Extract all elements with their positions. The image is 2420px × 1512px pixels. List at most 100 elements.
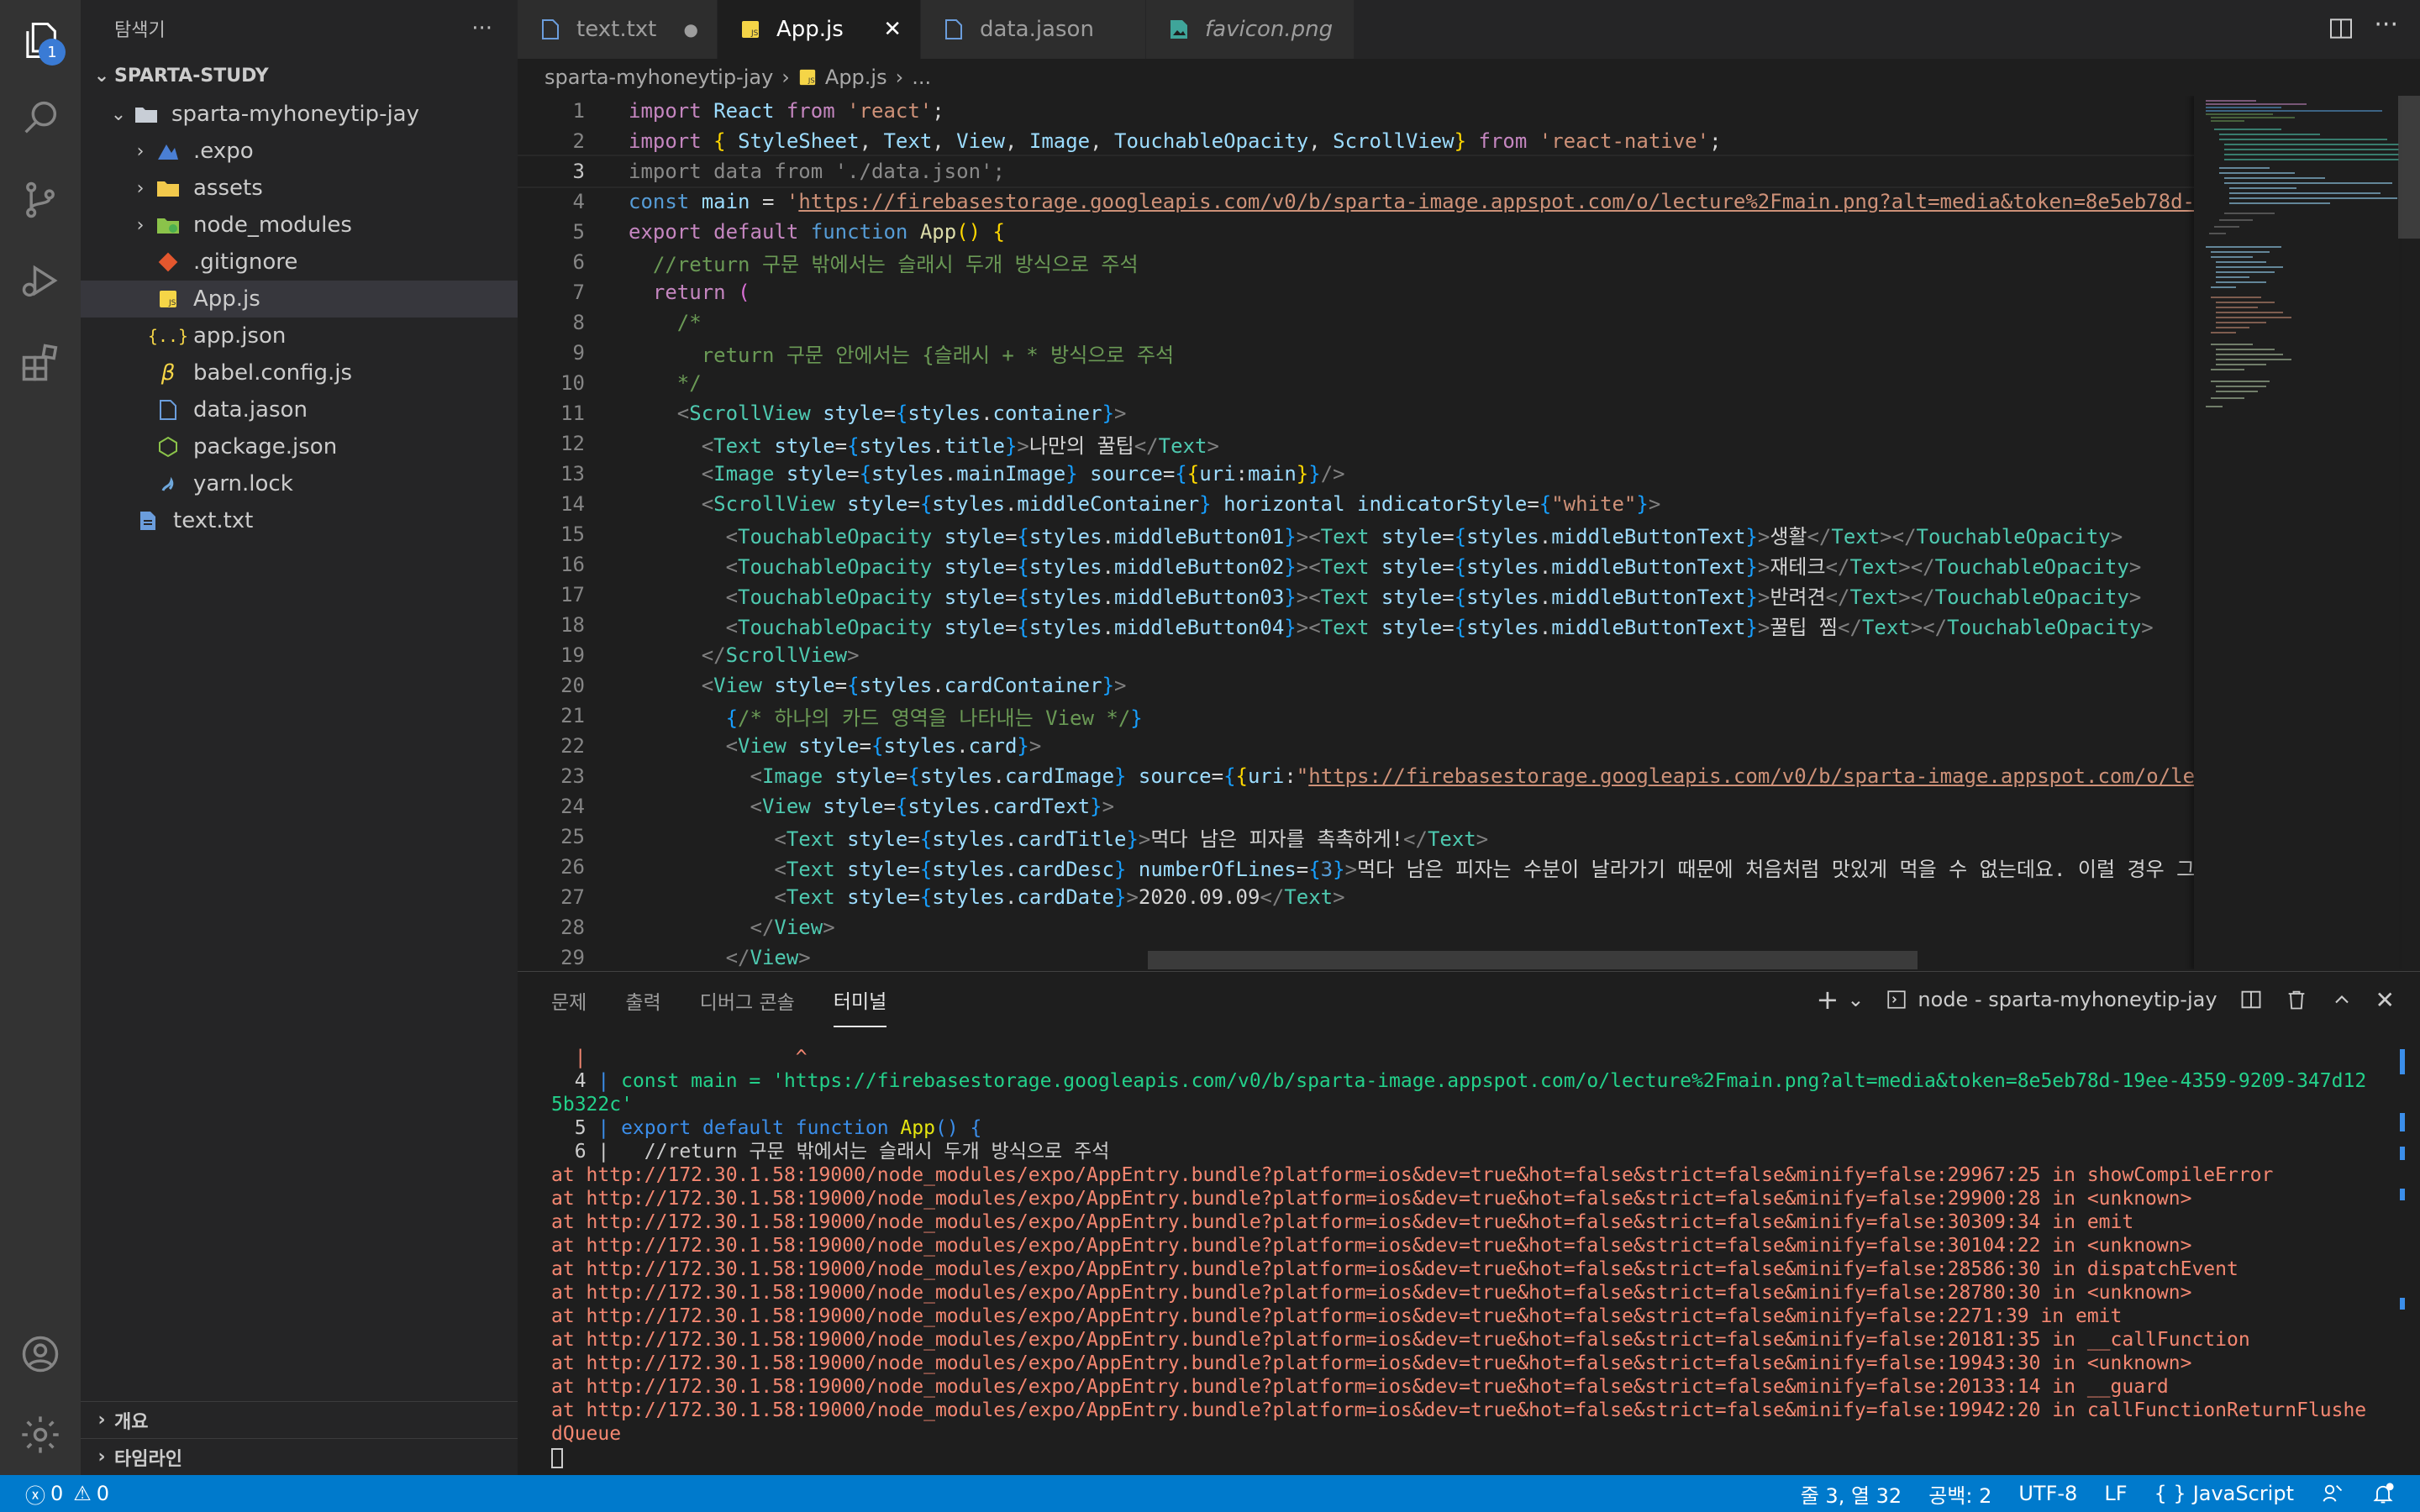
tab-problems[interactable]: 문제 xyxy=(551,974,587,1026)
line-number: 15 xyxy=(560,522,585,546)
stack-line: at http://172.30.1.58:19000/node_modules… xyxy=(551,1376,2169,1398)
tree-file-data-jason[interactable]: data.jason xyxy=(81,391,518,428)
tree-file-babel-config[interactable]: β babel.config.js xyxy=(81,354,518,391)
encoding[interactable]: UTF-8 xyxy=(2018,1482,2077,1505)
tree-folder-node-modules[interactable]: › node_modules xyxy=(81,207,518,244)
tree-file-package-json[interactable]: package.json xyxy=(81,428,518,465)
more-actions-icon[interactable]: ··· xyxy=(471,16,492,41)
horizontal-scrollbar[interactable] xyxy=(1148,951,1918,969)
tree-folder-assets[interactable]: › assets xyxy=(81,170,518,207)
code-editor[interactable]: 1 import React from 'react'; 2 import { St… xyxy=(518,96,2420,969)
indentation[interactable]: 공백: 2 xyxy=(1928,1479,1991,1509)
terminal-scrollbar[interactable] xyxy=(2398,1046,2407,1449)
search-icon[interactable] xyxy=(17,94,64,141)
tree-item-label: babel.config.js xyxy=(193,360,353,386)
tab-favicon-png[interactable]: favicon.png xyxy=(1146,0,1355,59)
breadcrumb-folder[interactable]: sparta-myhoneytip-jay xyxy=(544,66,773,89)
problems-status[interactable]: ⓧ 0 ⚠ 0 xyxy=(25,1479,109,1509)
tab-text-txt[interactable]: text.txt ● xyxy=(518,0,718,59)
line-number: 19 xyxy=(560,643,585,667)
code-line: <Image style={styles.cardImage} source={… xyxy=(750,764,2196,788)
tab-output[interactable]: 출력 xyxy=(625,974,660,1026)
folder-open-icon xyxy=(131,102,161,127)
close-icon[interactable]: ✕ xyxy=(2375,986,2395,1014)
notifications-icon[interactable] xyxy=(2371,1482,2395,1505)
timeline-section[interactable]: › 타임라인 xyxy=(81,1438,518,1475)
workspace-root[interactable]: ⌄ SPARTA-STUDY xyxy=(81,57,518,94)
chevron-right-icon: › xyxy=(136,140,145,162)
stack-line: at http://172.30.1.58:19000/node_modules… xyxy=(551,1282,2192,1304)
line-number: 13 xyxy=(560,462,585,486)
text-file-icon xyxy=(133,508,163,533)
tree-file-app-json[interactable]: {..} app.json xyxy=(81,318,518,354)
split-editor-icon[interactable] xyxy=(2328,15,2354,45)
panel-actions: + ⌄ node - sparta-myhoneytip-jay ✕ xyxy=(1795,984,2396,1016)
feedback-icon[interactable] xyxy=(2321,1482,2344,1505)
terminal-output[interactable]: | ^ 4 | const main = 'https://firebasest… xyxy=(551,1046,2391,1469)
stack-line: at http://172.30.1.58:19000/node_modules… xyxy=(551,1399,2367,1421)
code-line: {/* 하나의 카드 영역을 나타내는 View */} xyxy=(725,706,1143,730)
terminal-line: 5 | export default function App() { xyxy=(551,1117,982,1139)
code-line: <Image style={styles.mainImage} source={… xyxy=(701,462,1345,486)
tree-folder-project[interactable]: ⌄ sparta-myhoneytip-jay xyxy=(81,96,518,133)
tree-file-gitignore[interactable]: .gitignore xyxy=(81,244,518,281)
tree-file-yarn-lock[interactable]: yarn.lock xyxy=(81,465,518,502)
gear-icon[interactable] xyxy=(17,1411,64,1458)
code-line: <Text style={styles.cardDate}>2020.09.09… xyxy=(774,885,1345,909)
minimap[interactable] xyxy=(2194,96,2409,969)
code-line: <Text style={styles.cardDesc} numberOfLi… xyxy=(774,857,2195,881)
code-line: return ( xyxy=(652,281,750,304)
tab-debug-console[interactable]: 디버그 콘솔 xyxy=(700,974,795,1026)
code-line: <ScrollView style={styles.container}> xyxy=(676,402,1127,425)
outline-section[interactable]: › 개요 xyxy=(81,1401,518,1438)
line-number: 18 xyxy=(560,613,585,637)
stack-line: at http://172.30.1.58:19000/node_modules… xyxy=(551,1164,2274,1186)
line-number: 14 xyxy=(560,492,585,516)
code-line: <TouchableOpacity style={styles.middleBu… xyxy=(725,615,2154,639)
breadcrumb: sparta-myhoneytip-jay › JS App.js › ... xyxy=(518,59,2420,96)
split-terminal-icon[interactable] xyxy=(2239,988,2263,1011)
vertical-scrollbar[interactable] xyxy=(2398,96,2420,239)
git-icon xyxy=(153,249,183,275)
code-line: <TouchableOpacity style={styles.middleBu… xyxy=(725,524,2123,549)
outline-label: 개요 xyxy=(114,1411,149,1433)
tree-file-text-txt[interactable]: text.txt xyxy=(81,502,518,539)
status-right: 줄 3, 열 32 공백: 2 UTF-8 LF { } JavaScript xyxy=(1774,1479,2395,1509)
chevron-down-icon[interactable]: ⌄ xyxy=(1847,988,1864,1011)
tab-label: favicon.png xyxy=(1205,17,1334,42)
code-line: </View> xyxy=(750,916,835,939)
new-terminal-icon[interactable]: + xyxy=(1817,984,1839,1016)
bottom-panel: 문제 출력 디버그 콘솔 터미널 + ⌄ node - sparta-myhon… xyxy=(518,971,2420,1475)
terminal-icon xyxy=(1886,989,1907,1011)
code-line: <View style={styles.card}> xyxy=(725,734,1042,758)
terminal-selector[interactable]: node - sparta-myhoneytip-jay xyxy=(1886,988,2217,1011)
breadcrumb-file[interactable]: App.js xyxy=(825,66,887,89)
cursor-position[interactable]: 줄 3, 열 32 xyxy=(1801,1479,1902,1509)
code-line: import data from './data.json'; xyxy=(629,160,1005,183)
run-debug-icon[interactable] xyxy=(17,257,64,304)
account-icon[interactable] xyxy=(17,1331,64,1378)
tab-data-jason[interactable]: data.jason xyxy=(921,0,1146,59)
source-control-icon[interactable] xyxy=(17,176,64,223)
code-line: export default function App() { xyxy=(629,220,1005,244)
close-icon[interactable]: ✕ xyxy=(883,17,902,42)
maximize-panel-icon[interactable] xyxy=(2330,988,2354,1011)
language-mode[interactable]: { } JavaScript xyxy=(2154,1482,2294,1505)
tree-folder-expo[interactable]: › .expo xyxy=(81,133,518,170)
extensions-icon[interactable] xyxy=(17,339,64,386)
line-number: 9 xyxy=(572,341,585,365)
tree-item-label: .expo xyxy=(193,139,254,164)
unsaved-dot-icon[interactable]: ● xyxy=(684,19,698,39)
line-number: 16 xyxy=(560,553,585,576)
tab-terminal[interactable]: 터미널 xyxy=(833,974,887,1027)
document-icon xyxy=(939,15,968,44)
end-of-line[interactable]: LF xyxy=(2104,1482,2127,1505)
tab-app-js[interactable]: JS App.js ✕ xyxy=(718,0,921,59)
tree-file-app-js[interactable]: JS App.js xyxy=(81,281,518,318)
svg-text:JS: JS xyxy=(168,299,176,307)
trash-icon[interactable] xyxy=(2285,988,2308,1011)
more-actions-icon[interactable]: ··· xyxy=(2374,10,2398,39)
code-line: <Text style={styles.title}>나만의 꿀팁</Text> xyxy=(701,433,1219,458)
terminal-cursor[interactable] xyxy=(551,1446,2391,1469)
breadcrumb-symbol[interactable]: ... xyxy=(912,66,931,89)
